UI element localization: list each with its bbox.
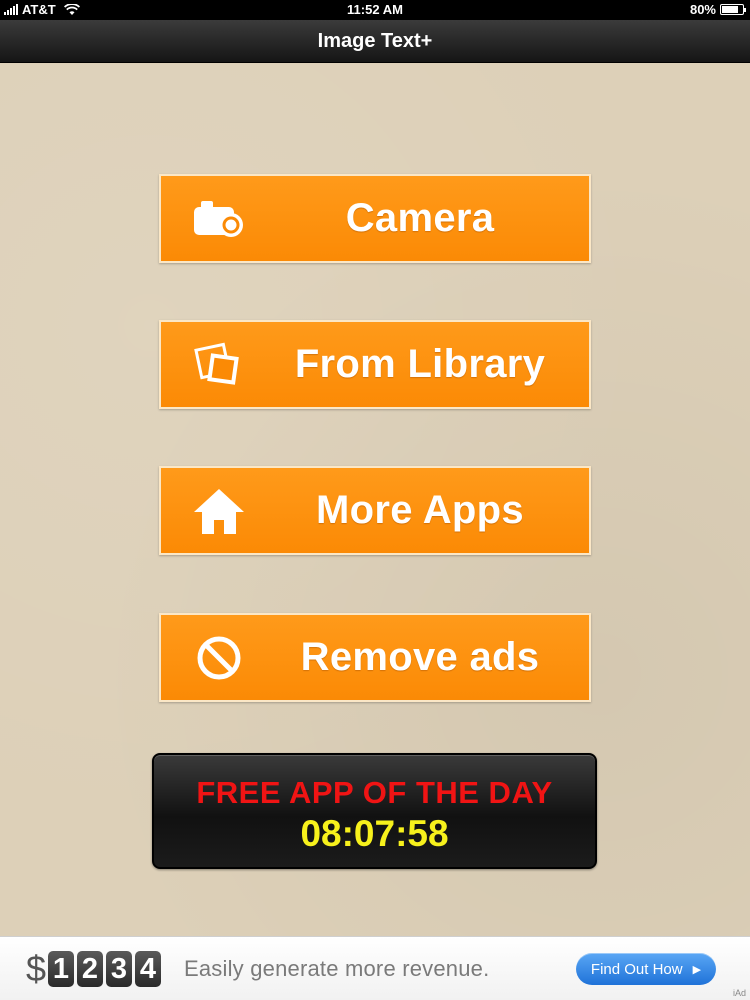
more-apps-label: More Apps (316, 488, 524, 532)
nav-bar: Image Text+ (0, 20, 750, 63)
free-app-title: FREE APP OF THE DAY (196, 775, 553, 810)
ad-digit: 4 (135, 951, 161, 987)
camera-label: Camera (345, 196, 495, 240)
more-apps-button[interactable]: More Apps (159, 466, 591, 555)
battery-percent: 80% (689, 2, 716, 17)
ad-text: Easily generate more revenue. (184, 956, 490, 981)
ad-digit: 1 (48, 951, 74, 987)
find-out-how-button[interactable]: Find Out How ▶ (576, 953, 716, 985)
remove-ads-label: Remove ads (300, 635, 540, 679)
from-library-button[interactable]: From Library (159, 320, 591, 409)
status-right: 80% (689, 2, 746, 17)
home-icon (191, 483, 247, 539)
page-title: Image Text+ (317, 30, 433, 52)
ad-digits: 1 2 3 4 (48, 951, 161, 987)
status-bar: AT&T 11:52 AM 80% (0, 0, 750, 20)
ad-banner[interactable]: $ 1 2 3 4 Easily generate more revenue. … (0, 936, 750, 1000)
ad-digit: 2 (77, 951, 103, 987)
chevron-right-icon: ▶ (692, 963, 702, 976)
camera-icon (191, 191, 247, 247)
camera-button[interactable]: Camera (159, 174, 591, 263)
free-app-of-the-day-button[interactable]: FREE APP OF THE DAY 08:07:58 (152, 753, 597, 869)
battery-fill (722, 6, 738, 13)
from-library-label: From Library (294, 342, 546, 386)
find-out-how-label: Find Out How (590, 960, 683, 978)
status-time: 11:52 AM (347, 2, 403, 17)
no-sign-icon (191, 630, 247, 686)
photos-icon (191, 337, 247, 393)
ad-digit: 3 (106, 951, 132, 987)
ad-currency-symbol: $ (26, 948, 47, 989)
remove-ads-button[interactable]: Remove ads (159, 613, 591, 702)
iad-badge: iAd (732, 988, 746, 998)
countdown-timer: 08:07:58 (300, 813, 449, 854)
battery-icon (720, 4, 746, 15)
